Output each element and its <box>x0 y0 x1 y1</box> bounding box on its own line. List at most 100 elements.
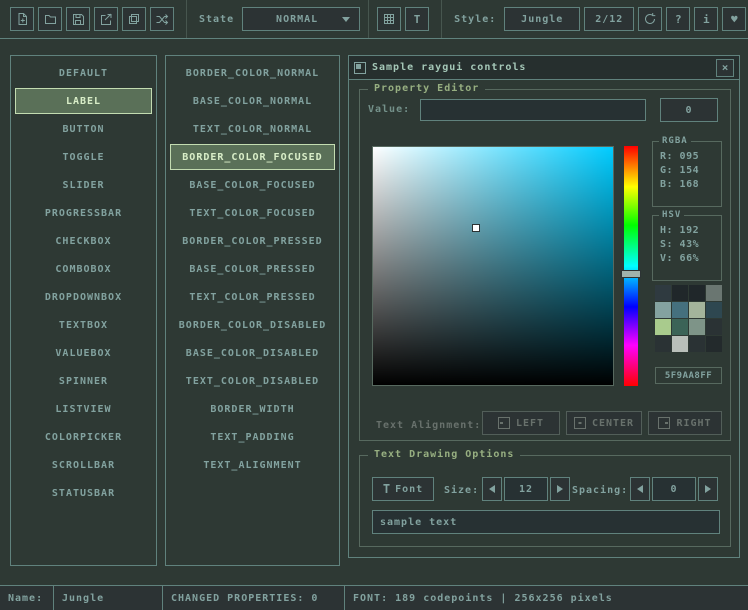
list-item[interactable]: TEXT_COLOR_DISABLED <box>170 368 335 394</box>
list-item[interactable]: TEXT_COLOR_NORMAL <box>170 116 335 142</box>
list-item[interactable]: COMBOBOX <box>15 256 152 282</box>
list-item[interactable]: SCROLLBAR <box>15 452 152 478</box>
list-item[interactable]: BASE_COLOR_PRESSED <box>170 256 335 282</box>
size-increment-button[interactable] <box>550 477 570 501</box>
hex-value-box[interactable]: 5F9AA8FF <box>655 367 722 384</box>
palette-swatch[interactable] <box>655 319 671 335</box>
size-decrement-button[interactable] <box>482 477 502 501</box>
list-item[interactable]: SPINNER <box>15 368 152 394</box>
list-item[interactable]: TEXT_ALIGNMENT <box>170 452 335 478</box>
controls-list: DEFAULTLABELBUTTONTOGGLESLIDERPROGRESSBA… <box>10 55 157 566</box>
palette-swatch[interactable] <box>672 336 688 352</box>
close-button[interactable]: × <box>716 59 734 77</box>
align-center-button[interactable]: CENTER <box>566 411 642 435</box>
palette-swatch[interactable] <box>689 302 705 318</box>
chevron-down-icon <box>342 17 350 22</box>
align-left-button[interactable]: LEFT <box>482 411 560 435</box>
blue-value: B: 168 <box>660 179 699 190</box>
hue-slider[interactable] <box>624 146 638 386</box>
text-drawing-options-title: Text Drawing Options <box>368 449 520 460</box>
palette-swatch[interactable] <box>672 302 688 318</box>
statusbar-name-label: Name: <box>0 586 54 610</box>
value-count-button[interactable]: 0 <box>660 98 718 122</box>
list-item[interactable]: BUTTON <box>15 116 152 142</box>
statusbar-changed-properties: CHANGED PROPERTIES: 0 <box>163 586 345 610</box>
list-item[interactable]: BORDER_COLOR_DISABLED <box>170 312 335 338</box>
list-item[interactable]: TEXT_COLOR_PRESSED <box>170 284 335 310</box>
list-item[interactable]: COLORPICKER <box>15 424 152 450</box>
palette-swatch[interactable] <box>689 285 705 301</box>
palette-swatch[interactable] <box>689 336 705 352</box>
info-button[interactable]: i <box>694 7 718 31</box>
palette-swatch[interactable] <box>655 336 671 352</box>
list-item[interactable]: DEFAULT <box>15 60 152 86</box>
value-input[interactable] <box>420 99 646 121</box>
list-item[interactable]: BASE_COLOR_NORMAL <box>170 88 335 114</box>
list-item[interactable]: BASE_COLOR_FOCUSED <box>170 172 335 198</box>
new-file-icon <box>15 12 29 26</box>
toolbar-divider <box>368 0 369 38</box>
green-value: G: 154 <box>660 165 699 176</box>
palette-swatch[interactable] <box>706 336 722 352</box>
list-item[interactable]: PROGRESSBAR <box>15 200 152 226</box>
rgba-title: RGBA <box>659 136 691 146</box>
sample-text-input[interactable] <box>372 510 720 534</box>
color-saturation-value-panel[interactable] <box>372 146 614 386</box>
save-style-button[interactable] <box>66 7 90 31</box>
list-item[interactable]: DROPDOWNBOX <box>15 284 152 310</box>
size-value[interactable]: 12 <box>504 477 548 501</box>
list-item[interactable]: TOGGLE <box>15 144 152 170</box>
list-item[interactable]: BORDER_WIDTH <box>170 396 335 422</box>
load-style-button[interactable] <box>38 7 62 31</box>
palette-swatch[interactable] <box>655 285 671 301</box>
help-button[interactable]: ? <box>666 7 690 31</box>
state-dropdown[interactable]: NORMAL <box>242 7 360 31</box>
palette-swatch[interactable] <box>706 302 722 318</box>
list-item[interactable]: BASE_COLOR_DISABLED <box>170 340 335 366</box>
hue-slider-handle[interactable] <box>621 270 641 278</box>
list-item[interactable]: LABEL <box>15 88 152 114</box>
state-label: State <box>199 14 234 25</box>
spacing-value[interactable]: 0 <box>652 477 696 501</box>
duplicate-style-button[interactable] <box>122 7 146 31</box>
random-style-button[interactable] <box>150 7 174 31</box>
style-index-button[interactable]: 2/12 <box>584 7 634 31</box>
list-item[interactable]: STATUSBAR <box>15 480 152 506</box>
saturation-value: S: 43% <box>660 239 699 250</box>
save-icon <box>71 12 85 26</box>
palette-swatch[interactable] <box>689 319 705 335</box>
align-left-label: LEFT <box>516 418 544 429</box>
new-file-button[interactable] <box>10 7 34 31</box>
palette-swatch[interactable] <box>672 319 688 335</box>
statusbar: Name: Jungle CHANGED PROPERTIES: 0 FONT:… <box>0 585 748 610</box>
palette-swatch[interactable] <box>672 285 688 301</box>
color-cursor[interactable] <box>472 224 480 232</box>
list-item[interactable]: BORDER_COLOR_PRESSED <box>170 228 335 254</box>
list-item[interactable]: BORDER_COLOR_FOCUSED <box>170 144 335 170</box>
list-item[interactable]: TEXT_COLOR_FOCUSED <box>170 200 335 226</box>
list-item[interactable]: VALUEBOX <box>15 340 152 366</box>
spacing-decrement-button[interactable] <box>630 477 650 501</box>
reload-style-button[interactable] <box>638 7 662 31</box>
text-preview-button[interactable]: T <box>405 7 429 31</box>
list-item[interactable]: LISTVIEW <box>15 396 152 422</box>
style-label: Style: <box>454 14 496 25</box>
style-name-button[interactable]: Jungle <box>504 7 580 31</box>
sponsor-button[interactable]: ♥ <box>722 7 746 31</box>
list-item[interactable]: TEXT_PADDING <box>170 424 335 450</box>
list-item[interactable]: TEXTBOX <box>15 312 152 338</box>
list-item[interactable]: SLIDER <box>15 172 152 198</box>
align-center-icon <box>574 417 586 429</box>
palette-swatch[interactable] <box>706 285 722 301</box>
open-folder-icon <box>43 12 57 26</box>
spacing-label: Spacing: <box>572 485 628 496</box>
align-right-button[interactable]: RIGHT <box>648 411 722 435</box>
spacing-increment-button[interactable] <box>698 477 718 501</box>
font-button[interactable]: T Font <box>372 477 434 501</box>
list-item[interactable]: CHECKBOX <box>15 228 152 254</box>
palette-swatch[interactable] <box>706 319 722 335</box>
palette-swatch[interactable] <box>655 302 671 318</box>
export-style-button[interactable] <box>94 7 118 31</box>
list-item[interactable]: BORDER_COLOR_NORMAL <box>170 60 335 86</box>
grid-view-button[interactable] <box>377 7 401 31</box>
